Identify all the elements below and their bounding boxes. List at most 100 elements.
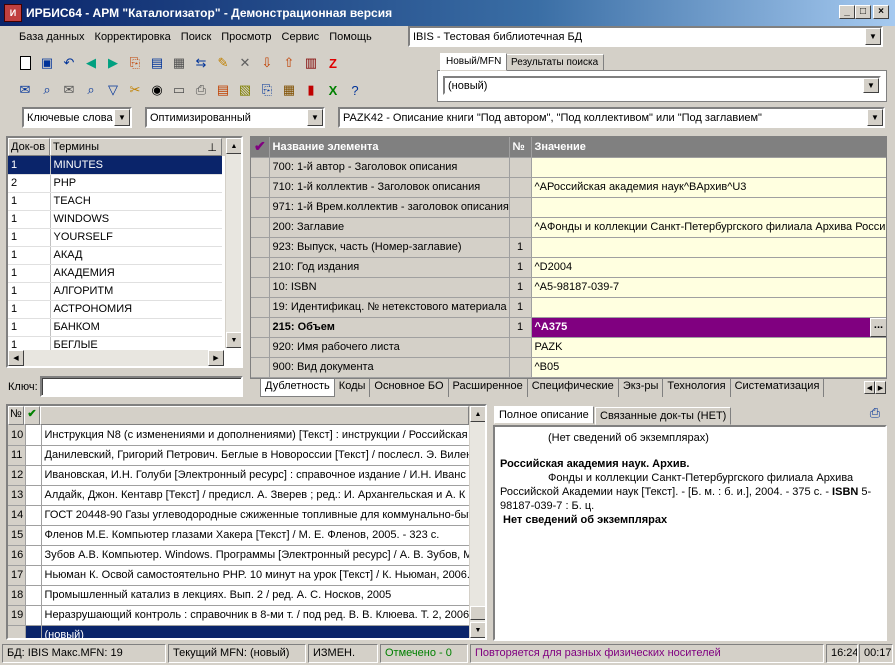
record-checkbox[interactable] bbox=[25, 585, 42, 606]
terms-header-term[interactable]: Термины ⊥ bbox=[50, 138, 222, 156]
table-row[interactable]: 16 Зубов А.В. Компьютер. Windows. Програм… bbox=[8, 545, 470, 566]
terms-header-count[interactable]: Док-ов bbox=[8, 138, 50, 156]
fields-header-num[interactable]: № bbox=[509, 137, 532, 158]
table-row[interactable]: 19 Неразрушающий контроль : справочник в … bbox=[8, 605, 470, 626]
more-button[interactable]: ... bbox=[869, 317, 886, 336]
list-item[interactable]: 1 АКАДЕМИЯ bbox=[8, 264, 222, 283]
chevron-down-icon[interactable]: ▼ bbox=[865, 28, 881, 45]
table-row[interactable]: 10 Инструкция N8 (с изменениями и дополне… bbox=[8, 425, 470, 446]
table-row[interactable]: 900: Вид документа ^B05 bbox=[251, 357, 886, 378]
barcode-icon[interactable]: ▥ bbox=[300, 52, 322, 74]
tab-classification[interactable]: Систематизация bbox=[731, 379, 825, 397]
table-row[interactable]: (новый) bbox=[8, 625, 470, 638]
field-value[interactable] bbox=[531, 297, 886, 318]
import-icon[interactable]: ⇩ bbox=[256, 52, 278, 74]
export-icon[interactable]: ⇧ bbox=[278, 52, 300, 74]
export-doc-icon[interactable]: ▧ bbox=[234, 79, 256, 101]
menu-search[interactable]: Поиск bbox=[176, 31, 216, 43]
records-header-title[interactable] bbox=[40, 406, 469, 425]
tab-extended[interactable]: Расширенное bbox=[449, 379, 528, 397]
chevron-down-icon[interactable]: ▼ bbox=[307, 109, 323, 126]
mfn-select[interactable]: (новый) ▼ bbox=[443, 76, 881, 95]
previous-record-icon[interactable]: ◀ bbox=[80, 52, 102, 74]
search-icon[interactable]: ⌕ bbox=[36, 79, 58, 101]
table-row[interactable]: 11 Данилевский, Григорий Петрович. Беглые… bbox=[8, 445, 470, 466]
chevron-down-icon[interactable]: ▼ bbox=[863, 78, 879, 93]
table-row[interactable]: 12 Ивановская, И.Н. Голуби [Электронный р… bbox=[8, 465, 470, 486]
tab-technology[interactable]: Технология bbox=[663, 379, 731, 397]
list-item[interactable]: 1 АКАД bbox=[8, 246, 222, 265]
field-value[interactable]: ^AФонды и коллекции Санкт-Петербургского… bbox=[531, 217, 886, 238]
record-checkbox[interactable] bbox=[25, 445, 42, 466]
menu-edit[interactable]: Корректировка bbox=[90, 31, 176, 43]
table-row[interactable]: 19: Идентификац. № нетекстового материал… bbox=[251, 297, 886, 318]
list-item[interactable]: 2 PHP bbox=[8, 174, 222, 193]
save-icon[interactable]: ▣ bbox=[36, 52, 58, 74]
key-input[interactable] bbox=[40, 376, 243, 397]
field-value[interactable]: ^D2004 bbox=[531, 257, 886, 278]
record-checkbox[interactable] bbox=[25, 525, 42, 546]
preview-icon[interactable]: ◉ bbox=[146, 79, 168, 101]
list-item[interactable]: 1 TEACH bbox=[8, 192, 222, 211]
maximize-button[interactable]: □ bbox=[855, 5, 871, 19]
terms-scrollbar[interactable]: ▲ ▼ bbox=[225, 138, 241, 348]
hint-icon[interactable]: ⌕ bbox=[80, 79, 102, 101]
list-item[interactable]: 1 YOURSELF bbox=[8, 228, 222, 247]
tab-codes[interactable]: Коды bbox=[335, 379, 371, 397]
comment-icon[interactable]: ✉ bbox=[14, 79, 36, 101]
worksheet-select[interactable]: PAZK42 - Описание книги "Под автором", "… bbox=[338, 107, 885, 128]
dictionary-select[interactable]: Ключевые слова ▼ bbox=[22, 107, 132, 128]
records-header-num[interactable]: № bbox=[8, 406, 24, 425]
menu-view[interactable]: Просмотр bbox=[216, 31, 276, 43]
table-row[interactable]: 700: 1-й автор - Заголовок описания bbox=[251, 157, 886, 178]
minimize-button[interactable]: _ bbox=[839, 5, 855, 19]
chevron-down-icon[interactable]: ▼ bbox=[867, 109, 883, 126]
field-value[interactable] bbox=[531, 157, 886, 178]
record-checkbox[interactable] bbox=[25, 485, 42, 506]
tab-duplicates[interactable]: Дублетность bbox=[260, 379, 335, 397]
tab-copies[interactable]: Экз-ры bbox=[619, 379, 664, 397]
paste-icon[interactable]: ▦ bbox=[278, 79, 300, 101]
copy-icon[interactable]: ⎘ bbox=[256, 79, 278, 101]
database-select[interactable]: IBIS - Тестовая библиотечная БД ▼ bbox=[408, 26, 883, 47]
table-row[interactable]: 13 Алдайк, Джон. Кентавр [Текст] / предис… bbox=[8, 485, 470, 506]
folder-icon[interactable]: ▭ bbox=[168, 79, 190, 101]
menu-service[interactable]: Сервис bbox=[277, 31, 325, 43]
scroll-down-icon[interactable]: ▼ bbox=[226, 332, 241, 348]
replace-icon[interactable]: ⇆ bbox=[190, 52, 212, 74]
chart-icon[interactable]: ▮ bbox=[300, 79, 322, 101]
scroll-up-icon[interactable]: ▲ bbox=[470, 406, 485, 422]
tab-new-mfn[interactable]: Новый/MFN bbox=[440, 53, 508, 71]
field-value[interactable]: ^B05 bbox=[531, 357, 886, 378]
print-icon[interactable]: ⎙ bbox=[190, 79, 212, 101]
close-button[interactable]: × bbox=[873, 5, 889, 19]
table-row[interactable]: 710: 1-й коллектив - Заголовок описания ^… bbox=[251, 177, 886, 198]
tab-full-description[interactable]: Полное описание bbox=[494, 406, 594, 424]
record-checkbox[interactable] bbox=[25, 565, 42, 586]
check-icon[interactable]: ✔ bbox=[24, 406, 40, 425]
fields-icon[interactable]: ▤ bbox=[146, 52, 168, 74]
scroll-left-icon[interactable]: ◀ bbox=[864, 381, 875, 394]
field-value[interactable] bbox=[531, 197, 886, 218]
mode-select[interactable]: Оптимизированный ▼ bbox=[145, 107, 325, 128]
tab-specific[interactable]: Специфические bbox=[528, 379, 619, 397]
table-row[interactable]: 200: Заглавие ^AФонды и коллекции Санкт-П… bbox=[251, 217, 886, 238]
list-item[interactable]: 1 АЛГОРИТМ bbox=[8, 282, 222, 301]
fields-header-value[interactable]: Значение bbox=[531, 137, 886, 158]
record-checkbox[interactable] bbox=[25, 545, 42, 566]
record-checkbox[interactable] bbox=[25, 625, 42, 638]
new-record-icon[interactable] bbox=[14, 52, 36, 74]
records-scrollbar[interactable]: ▲ ▼ bbox=[469, 406, 485, 638]
fields-header-name[interactable]: Название элемента bbox=[269, 137, 510, 158]
delete-icon[interactable]: ✕ bbox=[234, 52, 256, 74]
help-icon[interactable]: ? bbox=[344, 79, 366, 101]
table-row[interactable]: 18 Промышленный катализ в лекциях. Вып. 2… bbox=[8, 585, 470, 606]
record-checkbox[interactable] bbox=[25, 605, 42, 626]
table-row[interactable]: 923: Выпуск, часть (Номер-заглавие) 1 bbox=[251, 237, 886, 258]
table-row[interactable]: 10: ISBN 1 ^A5-98187-039-7 bbox=[251, 277, 886, 298]
tools-icon[interactable]: ✂ bbox=[124, 79, 146, 101]
edit-icon[interactable]: ✎ bbox=[212, 52, 234, 74]
scroll-left-icon[interactable]: ◀ bbox=[8, 350, 24, 366]
scroll-up-icon[interactable]: ▲ bbox=[226, 138, 241, 154]
pin-icon[interactable]: ⊥ bbox=[207, 141, 217, 154]
